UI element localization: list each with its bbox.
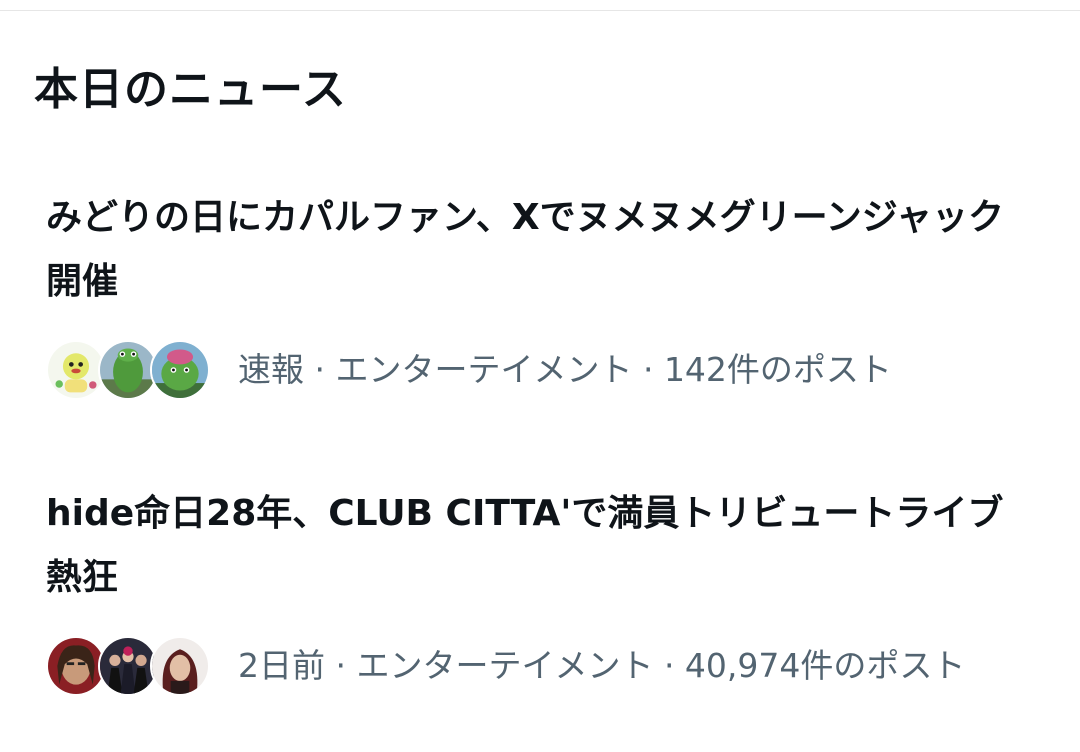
- news-item[interactable]: hide命日28年、CLUB CITTA'で満員トリビュートライブ熱狂 2日前 …: [46, 482, 1046, 698]
- section-title: 本日のニュース: [34, 64, 347, 115]
- news-meta-text: 2日前 · エンターテイメント · 40,974件のポスト: [238, 646, 966, 685]
- avatar-stack: [46, 634, 212, 698]
- red-hair-woman-avatar: [150, 636, 210, 696]
- top-divider: [0, 10, 1080, 11]
- avatar-stack: [46, 338, 212, 402]
- news-headline[interactable]: hide命日28年、CLUB CITTA'で満員トリビュートライブ熱狂: [46, 482, 1036, 610]
- woman-portrait-avatar: [46, 636, 106, 696]
- news-meta: 2日前 · エンターテイメント · 40,974件のポスト: [46, 634, 1046, 698]
- news-headline[interactable]: みどりの日にカパルファン、Xでヌメヌメグリーンジャック開催: [46, 186, 1036, 314]
- kaparu-mascot-avatar: [46, 340, 106, 400]
- news-item[interactable]: みどりの日にカパルファン、Xでヌメヌメグリーンジャック開催 速報 · エンターテ…: [46, 186, 1046, 402]
- band-group-avatar: [98, 636, 158, 696]
- green-frog-costume-avatar: [98, 340, 158, 400]
- news-meta: 速報 · エンターテイメント · 142件のポスト: [46, 338, 1046, 402]
- kaparu-costume-avatar: [150, 340, 210, 400]
- news-meta-text: 速報 · エンターテイメント · 142件のポスト: [238, 350, 892, 389]
